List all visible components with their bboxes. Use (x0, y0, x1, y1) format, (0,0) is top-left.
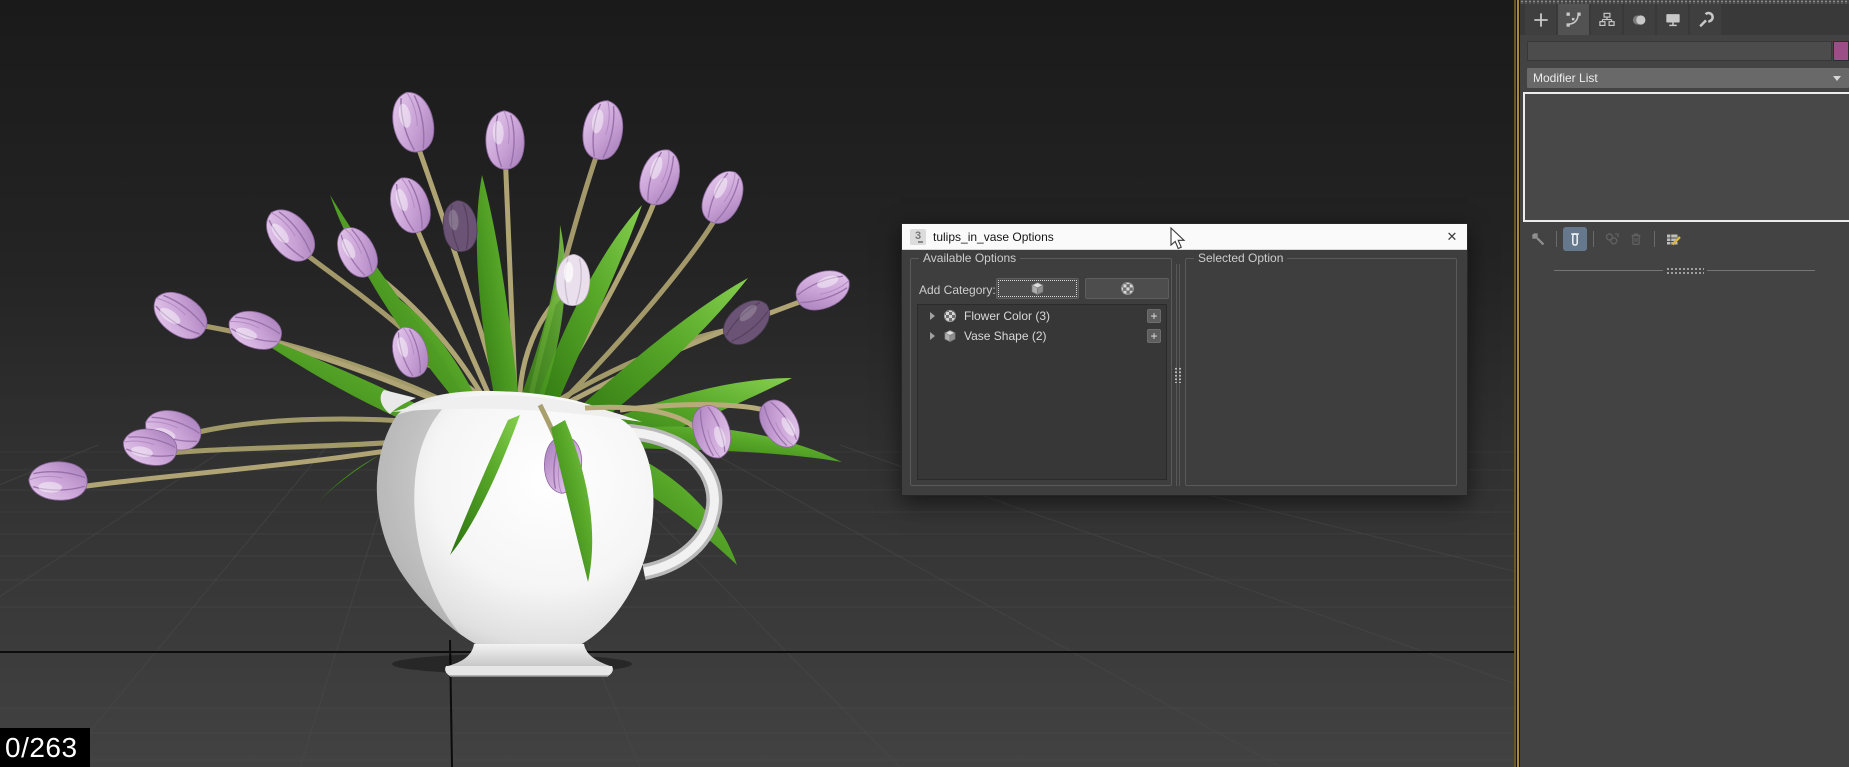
toolbar-separator (1556, 231, 1557, 247)
tab-modify[interactable] (1558, 4, 1589, 35)
options-dialog: 3 tulips_in_vase Options ✕ Available Opt… (901, 223, 1468, 496)
selected-option-label: Selected Option (1194, 251, 1287, 265)
tab-hierarchy[interactable] (1591, 4, 1622, 35)
object-name-input[interactable] (1527, 41, 1832, 61)
show-end-result-button[interactable] (1563, 227, 1587, 251)
frame-counter: 0/263 (0, 728, 90, 767)
add-option-button[interactable]: + (1147, 329, 1161, 343)
pin-stack-button[interactable] (1526, 227, 1550, 251)
mouse-cursor-icon (1170, 227, 1187, 251)
configure-modifier-sets-button[interactable] (1661, 227, 1685, 251)
add-option-button[interactable]: + (1147, 309, 1161, 323)
checker-sphere-icon (943, 309, 957, 323)
modifier-list-dropdown[interactable]: Modifier List (1527, 68, 1849, 88)
toolbar-separator (1593, 231, 1594, 247)
tab-display[interactable] (1657, 4, 1688, 35)
trash-icon (1627, 230, 1645, 248)
add-material-category-button[interactable] (1085, 278, 1169, 299)
available-options-tree[interactable]: Flower Color (3) + Vase Shape (2) + (917, 304, 1167, 480)
remove-modifier-button[interactable] (1624, 227, 1648, 251)
object-color-swatch[interactable] (1833, 41, 1849, 61)
rollout-separator[interactable] (1554, 266, 1815, 275)
tree-row-label: Vase Shape (2) (964, 329, 1147, 343)
tab-utilities[interactable] (1690, 4, 1721, 35)
tree-row-label: Flower Color (3) (964, 309, 1147, 323)
create-plus-icon (1531, 10, 1551, 30)
modifier-stack-toolbar (1526, 226, 1685, 252)
tree-row-flower-color[interactable]: Flower Color (3) + (918, 307, 1166, 325)
motion-icon (1630, 10, 1650, 30)
make-unique-icon (1603, 230, 1621, 248)
add-geometry-category-button[interactable] (996, 278, 1079, 299)
modify-icon (1564, 10, 1584, 30)
command-panel: Modifier List (1520, 0, 1849, 767)
tab-motion[interactable] (1624, 4, 1655, 35)
3ds-max-logo-icon: 3 (910, 229, 926, 245)
separator-line (1707, 270, 1816, 271)
cube-icon (1030, 281, 1045, 296)
modifier-stack-list[interactable] (1523, 92, 1849, 222)
cube-icon (943, 329, 957, 343)
checker-sphere-icon (1120, 281, 1135, 296)
close-icon[interactable]: ✕ (1442, 227, 1462, 247)
show-end-result-icon (1566, 230, 1584, 248)
dialog-splitter[interactable] (1176, 264, 1180, 486)
configure-modifier-sets-icon (1664, 230, 1682, 248)
separator-grip-icon (1666, 267, 1704, 275)
available-options-group: Available Options Add Category: (910, 258, 1172, 486)
splitter-grip-icon (1174, 367, 1182, 383)
selected-option-group: Selected Option (1185, 258, 1457, 486)
available-options-label: Available Options (919, 251, 1020, 265)
display-monitor-icon (1663, 10, 1683, 30)
wrench-icon (1696, 10, 1716, 30)
hierarchy-icon (1597, 10, 1617, 30)
expander-icon[interactable] (930, 312, 935, 320)
modifier-list-label: Modifier List (1533, 71, 1598, 85)
add-category-label: Add Category: (919, 283, 996, 297)
chevron-down-icon (1833, 76, 1841, 81)
tab-create[interactable] (1525, 4, 1556, 35)
separator-line (1554, 270, 1663, 271)
expander-icon[interactable] (930, 332, 935, 340)
toolbar-separator (1654, 231, 1655, 247)
command-panel-tabs (1520, 4, 1849, 35)
application-window: 0/263 3 tulips_in_vase Options ✕ Availab… (0, 0, 1849, 767)
pin-icon (1529, 230, 1547, 248)
dialog-title: tulips_in_vase Options (933, 224, 1054, 250)
make-unique-button[interactable] (1600, 227, 1624, 251)
tree-row-vase-shape[interactable]: Vase Shape (2) + (918, 327, 1166, 345)
